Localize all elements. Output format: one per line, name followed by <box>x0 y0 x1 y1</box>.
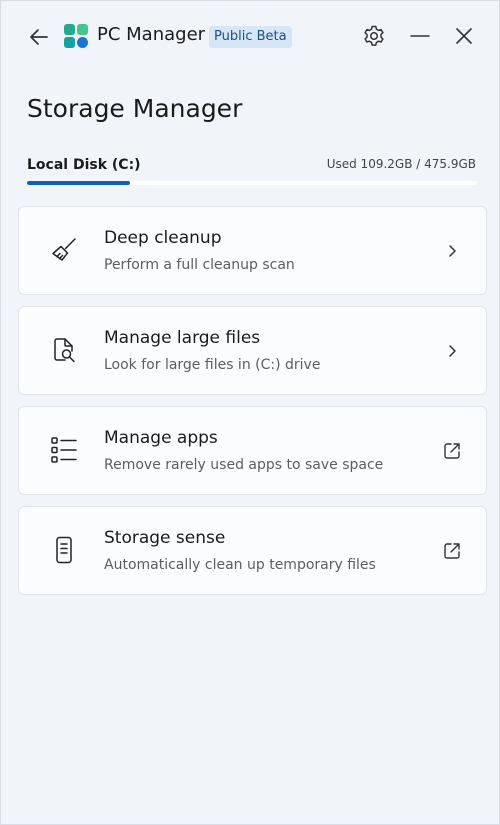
pc-manager-logo <box>63 23 89 49</box>
external-link-icon <box>441 540 463 562</box>
disk-usage-bar <box>27 181 477 185</box>
manage-large-files-subtitle: Look for large files in (C:) drive <box>104 357 321 373</box>
disk-usage-fill <box>27 181 131 185</box>
deep-cleanup-subtitle: Perform a full cleanup scan <box>104 257 295 273</box>
close-icon[interactable] <box>450 22 478 50</box>
disk-label: Local Disk (C:) <box>27 157 141 173</box>
manage-apps-subtitle: Remove rarely used apps to save space <box>104 457 384 473</box>
phone-storage-icon <box>47 533 81 567</box>
storage-sense-subtitle: Automatically clean up temporary files <box>104 557 376 573</box>
manage-apps-title: Manage apps <box>104 428 218 448</box>
storage-sense-card[interactable]: Storage sense Automatically clean up tem… <box>18 506 487 595</box>
storage-sense-title: Storage sense <box>104 528 226 548</box>
manage-large-files-card[interactable]: Manage large files Look for large files … <box>18 306 487 395</box>
app-title: PC Manager <box>97 24 206 45</box>
back-arrow-icon[interactable] <box>25 23 53 51</box>
page-title: Storage Manager <box>27 94 243 123</box>
manage-apps-card[interactable]: Manage apps Remove rarely used apps to s… <box>18 406 487 495</box>
title-bar: PC Manager Public Beta <box>1 1 499 71</box>
chevron-right-icon <box>441 240 463 262</box>
file-search-icon <box>47 333 81 367</box>
deep-cleanup-title: Deep cleanup <box>104 228 222 248</box>
app-window: PC Manager Public Beta Storage Manager L… <box>0 0 500 825</box>
public-beta-badge: Public Beta <box>209 26 292 48</box>
disk-usage-text: Used 109.2GB / 475.9GB <box>326 157 476 171</box>
gear-icon[interactable] <box>360 22 388 50</box>
chevron-right-icon <box>441 340 463 362</box>
broom-icon <box>47 233 81 267</box>
manage-large-files-title: Manage large files <box>104 328 261 348</box>
external-link-icon <box>441 440 463 462</box>
deep-cleanup-card[interactable]: Deep cleanup Perform a full cleanup scan <box>18 206 487 295</box>
list-icon <box>47 433 81 467</box>
minimize-icon[interactable] <box>406 22 434 50</box>
